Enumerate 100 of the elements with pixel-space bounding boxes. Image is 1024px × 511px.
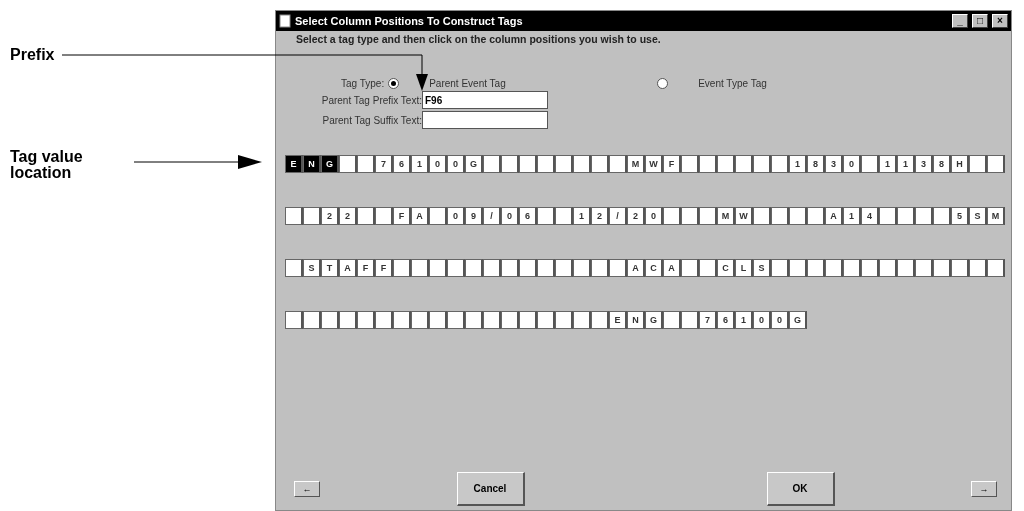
column-cell[interactable] xyxy=(501,259,519,277)
column-cell[interactable] xyxy=(771,207,789,225)
column-cell[interactable] xyxy=(357,311,375,329)
column-cell[interactable] xyxy=(537,259,555,277)
column-cell[interactable] xyxy=(699,207,717,225)
column-cell[interactable]: G xyxy=(645,311,663,329)
column-cell[interactable] xyxy=(303,311,321,329)
radio-option[interactable]: Parent Event Tag xyxy=(388,78,658,89)
column-cell[interactable]: 0 xyxy=(429,155,447,173)
column-cell[interactable] xyxy=(681,311,699,329)
column-cell[interactable] xyxy=(699,259,717,277)
window-control-button[interactable]: _ xyxy=(952,14,968,28)
column-cell[interactable] xyxy=(879,259,897,277)
column-cell[interactable]: 2 xyxy=(591,207,609,225)
column-cell[interactable]: 1 xyxy=(735,311,753,329)
column-cell[interactable] xyxy=(537,311,555,329)
column-cell[interactable] xyxy=(807,259,825,277)
column-cell[interactable] xyxy=(429,259,447,277)
column-cell[interactable]: / xyxy=(483,207,501,225)
column-cell[interactable] xyxy=(753,207,771,225)
column-cell[interactable] xyxy=(339,155,357,173)
column-cell[interactable]: 1 xyxy=(573,207,591,225)
column-cell[interactable]: 0 xyxy=(753,311,771,329)
column-cell[interactable]: C xyxy=(645,259,663,277)
column-cell[interactable]: 1 xyxy=(789,155,807,173)
column-cell[interactable]: A xyxy=(663,259,681,277)
column-cell[interactable] xyxy=(465,259,483,277)
column-cell[interactable] xyxy=(303,207,321,225)
column-cell[interactable]: 0 xyxy=(771,311,789,329)
column-cell[interactable] xyxy=(843,259,861,277)
column-cell[interactable]: N xyxy=(303,155,321,173)
column-cell[interactable]: 5 xyxy=(951,207,969,225)
column-cell[interactable] xyxy=(789,259,807,277)
column-cell[interactable]: 3 xyxy=(825,155,843,173)
column-cell[interactable] xyxy=(987,259,1005,277)
column-cell[interactable]: 1 xyxy=(897,155,915,173)
column-cell[interactable] xyxy=(393,311,411,329)
column-cell[interactable] xyxy=(861,155,879,173)
column-cell[interactable] xyxy=(663,207,681,225)
column-cell[interactable] xyxy=(555,311,573,329)
column-cell[interactable] xyxy=(393,259,411,277)
column-cell[interactable]: F xyxy=(357,259,375,277)
column-cell[interactable] xyxy=(699,155,717,173)
column-cell[interactable] xyxy=(807,207,825,225)
column-cell[interactable]: W xyxy=(645,155,663,173)
column-cell[interactable] xyxy=(987,155,1005,173)
column-cell[interactable] xyxy=(501,311,519,329)
text-field[interactable]: F96 xyxy=(422,91,548,109)
column-cell[interactable] xyxy=(429,311,447,329)
column-cell[interactable]: E xyxy=(609,311,627,329)
column-cell[interactable] xyxy=(789,207,807,225)
column-cell[interactable] xyxy=(573,311,591,329)
column-cell[interactable] xyxy=(771,259,789,277)
column-cell[interactable] xyxy=(465,311,483,329)
column-cell[interactable]: F xyxy=(663,155,681,173)
arrow-button[interactable]: → xyxy=(971,481,997,497)
column-cell[interactable] xyxy=(753,155,771,173)
column-cell[interactable] xyxy=(537,155,555,173)
column-cell[interactable]: 0 xyxy=(447,207,465,225)
window-control-button[interactable]: × xyxy=(992,14,1008,28)
column-cell[interactable]: G xyxy=(465,155,483,173)
column-cell[interactable]: 9 xyxy=(465,207,483,225)
column-cell[interactable]: N xyxy=(627,311,645,329)
column-cell[interactable]: C xyxy=(717,259,735,277)
column-cell[interactable]: M xyxy=(987,207,1005,225)
column-cell[interactable] xyxy=(915,259,933,277)
column-cell[interactable]: A xyxy=(627,259,645,277)
column-cell[interactable] xyxy=(375,207,393,225)
column-cell[interactable]: 1 xyxy=(411,155,429,173)
column-cell[interactable]: S xyxy=(969,207,987,225)
column-cell[interactable] xyxy=(861,259,879,277)
column-cell[interactable]: 0 xyxy=(501,207,519,225)
column-cell[interactable] xyxy=(483,259,501,277)
column-cell[interactable]: G xyxy=(321,155,339,173)
column-cell[interactable]: 1 xyxy=(879,155,897,173)
column-cell[interactable] xyxy=(537,207,555,225)
column-cell[interactable] xyxy=(573,155,591,173)
window-control-button[interactable]: □ xyxy=(972,14,988,28)
column-cell[interactable] xyxy=(285,259,303,277)
column-cell[interactable]: 6 xyxy=(393,155,411,173)
column-cell[interactable] xyxy=(609,259,627,277)
column-cell[interactable] xyxy=(717,155,735,173)
column-cell[interactable]: A xyxy=(825,207,843,225)
column-cell[interactable]: 3 xyxy=(915,155,933,173)
text-field[interactable] xyxy=(422,111,548,129)
column-cell[interactable]: 0 xyxy=(843,155,861,173)
column-cell[interactable]: H xyxy=(951,155,969,173)
column-cell[interactable] xyxy=(879,207,897,225)
column-cell[interactable]: M xyxy=(717,207,735,225)
column-cell[interactable] xyxy=(483,311,501,329)
column-cell[interactable] xyxy=(609,155,627,173)
column-cell[interactable]: T xyxy=(321,259,339,277)
column-cell[interactable] xyxy=(483,155,501,173)
column-cell[interactable] xyxy=(573,259,591,277)
column-cell[interactable] xyxy=(285,311,303,329)
column-cell[interactable] xyxy=(519,155,537,173)
column-cell[interactable]: M xyxy=(627,155,645,173)
column-cell[interactable]: L xyxy=(735,259,753,277)
arrow-button[interactable]: ← xyxy=(294,481,320,497)
column-cell[interactable] xyxy=(681,207,699,225)
